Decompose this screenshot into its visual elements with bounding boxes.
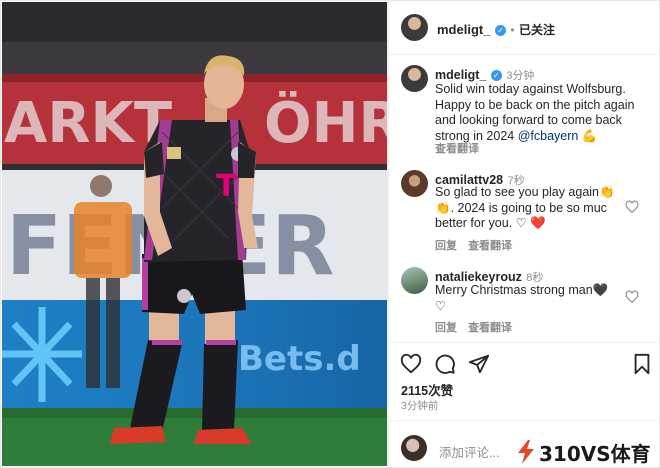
like-count[interactable]: 2115次赞 bbox=[401, 380, 453, 399]
caption-username[interactable]: mdeligt_ bbox=[435, 68, 486, 82]
comment-input[interactable]: 添加评论... bbox=[439, 442, 499, 461]
comment-text: So glad to see you play again👏 👏. 2024 i… bbox=[435, 185, 615, 232]
caption-time: 3分钟 bbox=[506, 70, 535, 82]
comment-like-heart-icon[interactable] bbox=[625, 290, 639, 304]
current-user-avatar bbox=[401, 435, 427, 461]
post-photo[interactable]: ARKT ÖHR FEN ER Bets.d bbox=[2, 2, 387, 466]
verified-badge-icon: ✓ bbox=[490, 70, 502, 81]
comments-panel: mdeligt_ ✓ • 已关注 mdeligt_ ✓ 3分钟 Solid wi… bbox=[389, 2, 657, 466]
comment-line: ♡ bbox=[435, 298, 447, 313]
comment-line: Merry Christmas strong man🖤 bbox=[435, 283, 609, 297]
watermark-text: 310VS体育 bbox=[539, 441, 651, 466]
match-photo: ARKT ÖHR FEN ER Bets.d bbox=[2, 2, 387, 466]
post-timestamp: 3分钟前 bbox=[401, 400, 439, 412]
banner-right-text: ÖHR bbox=[264, 91, 387, 156]
shirt-sponsor: T bbox=[216, 169, 237, 204]
author-avatar[interactable] bbox=[401, 14, 428, 41]
comment-line: 👏. 2024 is going to be so muc bbox=[435, 200, 607, 215]
comment-line: So glad to see you play again👏 bbox=[435, 185, 615, 199]
header-separator: • bbox=[510, 23, 515, 37]
caption-line: Happy to be back on the pitch again bbox=[435, 97, 635, 112]
caption-translate-link[interactable]: 查看翻译 bbox=[435, 140, 479, 156]
banner-left-text: ARKT bbox=[4, 91, 172, 156]
verified-badge-icon: ✓ bbox=[494, 25, 506, 36]
comment-line: better for you. ♡ ❤️ bbox=[435, 216, 546, 230]
author-username[interactable]: mdeligt_ bbox=[437, 22, 490, 37]
comment-icon[interactable] bbox=[434, 353, 456, 375]
commenter-username[interactable]: nataliekeyrouz bbox=[435, 270, 522, 284]
share-icon[interactable] bbox=[468, 353, 490, 375]
reply-button[interactable]: 回复 bbox=[435, 240, 457, 252]
follow-status-button[interactable]: 已关注 bbox=[519, 23, 555, 37]
commenter-avatar[interactable] bbox=[401, 170, 428, 197]
caption-line: Solid win today against Wolfsburg. bbox=[435, 82, 626, 96]
caption-line: and looking forward to come back bbox=[435, 113, 622, 127]
reply-button[interactable]: 回复 bbox=[435, 322, 457, 334]
flexed-biceps-icon: 💪 bbox=[581, 128, 598, 143]
caption-text: Solid win today against Wolfsburg. Happy… bbox=[435, 82, 634, 144]
translate-link[interactable]: 查看翻译 bbox=[468, 240, 512, 252]
post-header: mdeligt_ ✓ • 已关注 bbox=[389, 2, 657, 55]
ad-text: Bets.d bbox=[238, 339, 361, 379]
comment-like-heart-icon[interactable] bbox=[625, 200, 639, 214]
action-bar bbox=[389, 342, 657, 383]
comment-text: Merry Christmas strong man🖤 ♡ bbox=[435, 283, 608, 314]
save-icon[interactable] bbox=[632, 353, 652, 375]
caption-avatar[interactable] bbox=[401, 65, 428, 92]
translate-link[interactable]: 查看翻译 bbox=[468, 322, 512, 334]
watermark-logo: 310VS体育 bbox=[516, 438, 651, 466]
lightning-logo-icon bbox=[518, 440, 534, 464]
commenter-avatar[interactable] bbox=[401, 267, 428, 294]
heart-icon[interactable] bbox=[400, 353, 422, 375]
mention-link[interactable]: @fcbayern bbox=[518, 129, 579, 143]
